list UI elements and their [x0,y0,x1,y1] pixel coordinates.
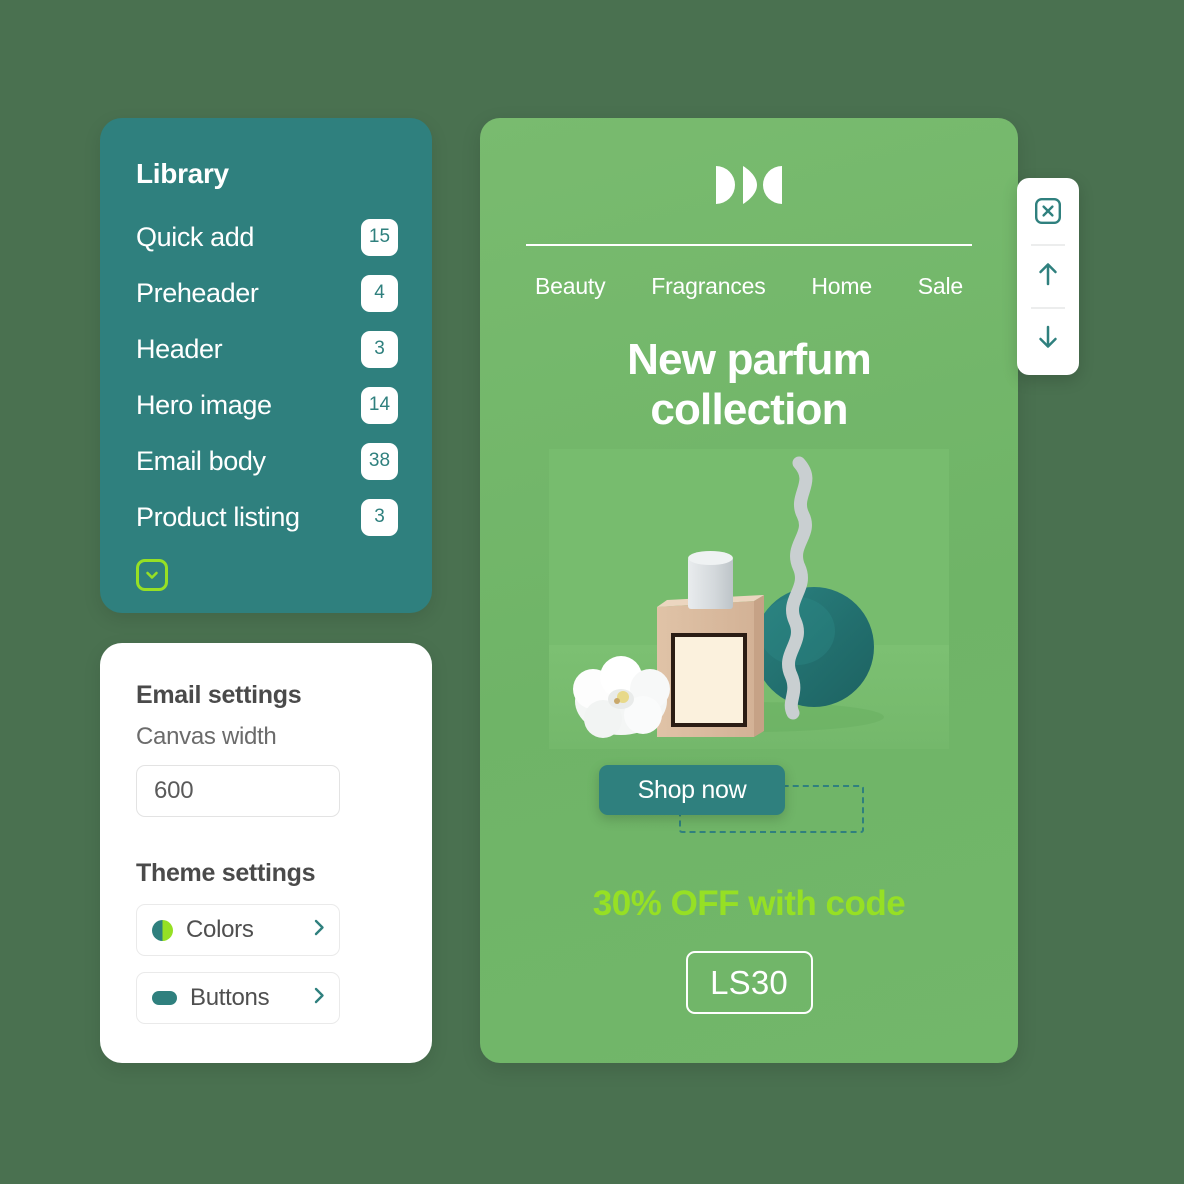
canvas-width-input[interactable]: 600 [136,765,340,817]
chevron-down-icon [143,566,161,584]
library-item-header[interactable]: Header 3 [136,321,398,377]
email-headline-line-1: New parfum [627,335,872,384]
library-item-label: Product listing [136,501,300,532]
chevron-right-icon [314,919,325,941]
library-item-hero-image[interactable]: Hero image 14 [136,377,398,433]
library-item-preheader[interactable]: Preheader 4 [136,265,398,321]
chevron-right-icon [314,987,325,1009]
move-up-button[interactable] [1031,259,1065,293]
library-item-count: 14 [361,386,398,424]
library-item-label: Header [136,333,223,364]
move-down-button[interactable] [1031,322,1065,356]
email-nav-item-home[interactable]: Home [811,273,872,300]
email-nav-item-fragrances[interactable]: Fragrances [651,273,766,300]
email-nav-item-sale[interactable]: Sale [918,273,963,300]
theme-row-buttons[interactable]: Buttons [136,972,340,1024]
button-pill-icon [152,991,177,1005]
email-nav: Beauty Fragrances Home Sale [535,273,963,300]
library-item-count: 15 [361,218,398,256]
library-item-quick-add[interactable]: Quick add 15 [136,209,398,265]
color-split-circle-icon [152,919,173,941]
library-item-label: Hero image [136,389,272,420]
promo-headline[interactable]: 30% OFF with code [480,884,1018,924]
library-item-count: 4 [361,274,398,312]
library-item-label: Email body [136,445,266,476]
library-item-label: Preheader [136,277,259,308]
email-settings-panel: Email settings Canvas width 600 Theme se… [100,643,432,1063]
library-item-count: 3 [361,330,398,368]
email-settings-title: Email settings [136,681,302,709]
library-expand-toggle[interactable] [136,559,168,591]
brand-logo [716,166,782,204]
delete-button[interactable] [1031,196,1065,230]
shop-now-button[interactable]: Shop now [599,765,785,816]
email-headline[interactable]: New parfum collection [480,335,1018,435]
email-header-divider [526,244,972,246]
library-item-label: Quick add [136,221,254,252]
arrow-up-icon [1035,260,1061,293]
shop-now-drag-zone[interactable]: Shop now [599,765,899,834]
arrow-down-icon [1035,323,1061,356]
library-panel: Library Quick add 15 Preheader 4 Header … [100,118,432,613]
library-item-count: 3 [361,498,398,536]
email-nav-item-beauty[interactable]: Beauty [535,273,606,300]
block-actions-toolbar [1017,178,1079,375]
canvas-width-label: Canvas width [136,723,277,750]
library-item-email-body[interactable]: Email body 38 [136,433,398,489]
theme-settings-title: Theme settings [136,859,316,887]
close-box-icon [1034,197,1062,230]
toolbar-divider [1031,307,1065,309]
library-item-product-listing[interactable]: Product listing 3 [136,489,398,545]
toolbar-divider [1031,244,1065,246]
email-preview-canvas[interactable]: Beauty Fragrances Home Sale New parfum c… [480,118,1018,1063]
hero-product-image[interactable] [549,449,949,750]
theme-row-label: Colors [186,916,254,943]
theme-row-label: Buttons [190,984,270,1011]
email-headline-line-2: collection [650,385,848,435]
library-title: Library [136,158,229,189]
theme-row-colors[interactable]: Colors [136,904,340,956]
library-item-count: 38 [361,442,398,480]
promo-code-badge[interactable]: LS30 [685,951,813,1015]
